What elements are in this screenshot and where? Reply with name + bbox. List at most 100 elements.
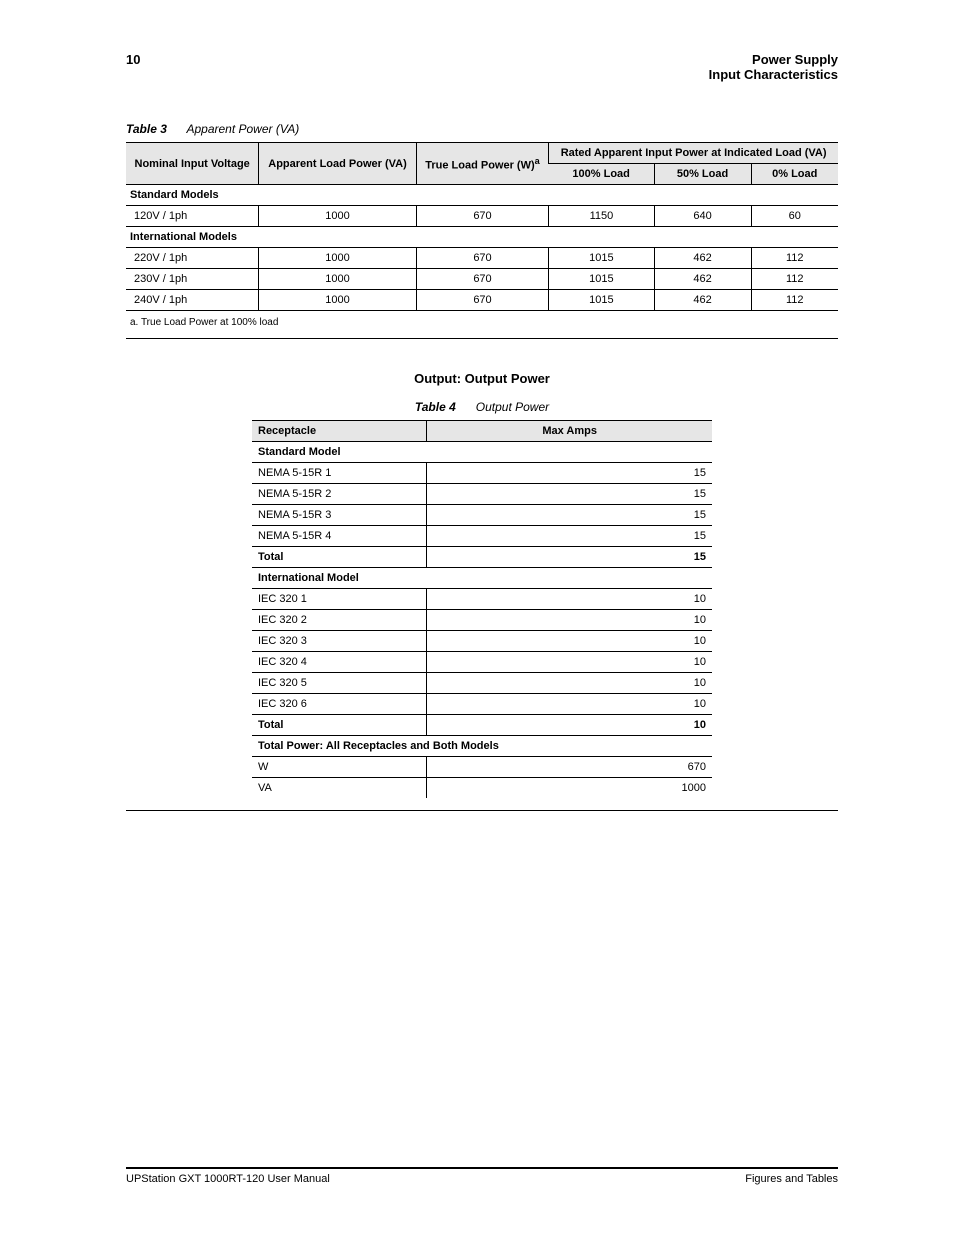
cell-max-amps: 10 [427,589,712,610]
cell: 670 [416,206,548,227]
table-row: VA1000 [252,778,712,799]
cell-receptacle: NEMA 5-15R 1 [252,463,427,484]
col-receptacle: Receptacle [252,421,427,442]
cell-total-value: 15 [427,547,712,568]
col-100-load: 100% Load [549,164,654,185]
table-a-body: Standard Models120V / 1ph100067011506406… [126,185,838,311]
page-title: Power Supply Input Characteristics [709,52,838,82]
cell: 670 [416,290,548,311]
table-row: W670 [252,757,712,778]
cell-total-label: Total [252,547,427,568]
table-b-caption-text: Output Power [476,400,549,414]
cell-max-amps: 10 [427,694,712,715]
table-row: NEMA 5-15R 315 [252,505,712,526]
cell: 670 [416,248,548,269]
table-row: IEC 320 610 [252,694,712,715]
table-label: Table 3 [126,122,167,136]
cell: 240V / 1ph [126,290,259,311]
page-title-2: Input Characteristics [709,67,838,82]
cell: 112 [751,269,838,290]
cell-receptacle: IEC 320 6 [252,694,427,715]
cell-receptacle: IEC 320 4 [252,652,427,673]
cell-max-amps: 1000 [427,778,712,799]
cell: 670 [416,269,548,290]
col-0-load: 0% Load [751,164,838,185]
page-header: 10 Power Supply Input Characteristics [126,52,838,82]
table-row: IEC 320 510 [252,673,712,694]
cell-max-amps: 15 [427,484,712,505]
table-row: 240V / 1ph10006701015462112 [126,290,838,311]
cell: 1015 [549,290,654,311]
cell-receptacle: NEMA 5-15R 4 [252,526,427,547]
section-title: Total Power: All Receptacles and Both Mo… [252,736,712,757]
table-row-total: Total10 [252,715,712,736]
output-section-title: Output: Output Power [126,371,838,386]
table-row: NEMA 5-15R 415 [252,526,712,547]
cell: 112 [751,248,838,269]
cell: 1150 [549,206,654,227]
table-row: IEC 320 410 [252,652,712,673]
cell: 120V / 1ph [126,206,259,227]
cell: 230V / 1ph [126,269,259,290]
table-row: IEC 320 210 [252,610,712,631]
section-title: Standard Models [126,185,838,206]
table-b-caption: Table 4 Output Power [126,400,838,414]
col-input-voltage: Nominal Input Voltage [126,143,259,185]
footer-right: Figures and Tables [745,1173,838,1185]
cell: 640 [654,206,751,227]
col-50-load: 50% Load [654,164,751,185]
table-a-footnote: a. True Load Power at 100% load [126,311,838,328]
table-row: IEC 320 110 [252,589,712,610]
page-number: 10 [126,52,140,67]
table-a-caption: Table 3 Apparent Power (VA) [126,122,838,136]
table-b-body: Standard ModelNEMA 5-15R 115NEMA 5-15R 2… [252,442,712,799]
page-title-1: Power Supply [752,52,838,67]
cell: 1015 [549,269,654,290]
col-max-amps: Max Amps [427,421,712,442]
cell-max-amps: 15 [427,463,712,484]
table-output-power: Receptacle Max Amps Standard ModelNEMA 5… [252,420,712,798]
cell: 220V / 1ph [126,248,259,269]
cell-max-amps: 10 [427,631,712,652]
cell: 1000 [259,206,416,227]
table-row-total: Total15 [252,547,712,568]
cell: 1000 [259,248,416,269]
cell-max-amps: 15 [427,505,712,526]
col-apparent-load: Apparent Load Power (VA) [259,143,416,185]
cell: 462 [654,290,751,311]
cell-total-value: 10 [427,715,712,736]
cell-receptacle: IEC 320 3 [252,631,427,652]
cell-max-amps: 10 [427,652,712,673]
table-row: NEMA 5-15R 115 [252,463,712,484]
cell: 112 [751,290,838,311]
table-row: IEC 320 310 [252,631,712,652]
cell: 462 [654,269,751,290]
table-row: 220V / 1ph10006701015462112 [126,248,838,269]
table-b-end-rule [126,810,838,811]
cell-receptacle: IEC 320 5 [252,673,427,694]
cell: 1000 [259,290,416,311]
cell-receptacle: IEC 320 1 [252,589,427,610]
table-row: 120V / 1ph1000670115064060 [126,206,838,227]
cell-max-amps: 10 [427,673,712,694]
cell-total-label: Total [252,715,427,736]
footer-left: UPStation GXT 1000RT-120 User Manual [126,1173,330,1185]
page-footer: UPStation GXT 1000RT-120 User Manual Fig… [126,1167,838,1185]
col-true-load: True Load Power (W)a [416,143,548,185]
cell-max-amps: 10 [427,610,712,631]
col-rated-apparent: Rated Apparent Input Power at Indicated … [549,143,838,164]
table-a-end-rule [126,338,838,339]
table-caption-text: Apparent Power (VA) [186,122,299,136]
table-apparent-power: Nominal Input Voltage Apparent Load Powe… [126,142,838,311]
cell-receptacle: NEMA 5-15R 3 [252,505,427,526]
section-title: International Models [126,227,838,248]
cell-max-amps: 15 [427,526,712,547]
cell: 1015 [549,248,654,269]
cell: 60 [751,206,838,227]
cell-max-amps: 670 [427,757,712,778]
cell-receptacle: NEMA 5-15R 2 [252,484,427,505]
table-row: 230V / 1ph10006701015462112 [126,269,838,290]
section-title: International Model [252,568,712,589]
section-title: Standard Model [252,442,712,463]
cell: 1000 [259,269,416,290]
